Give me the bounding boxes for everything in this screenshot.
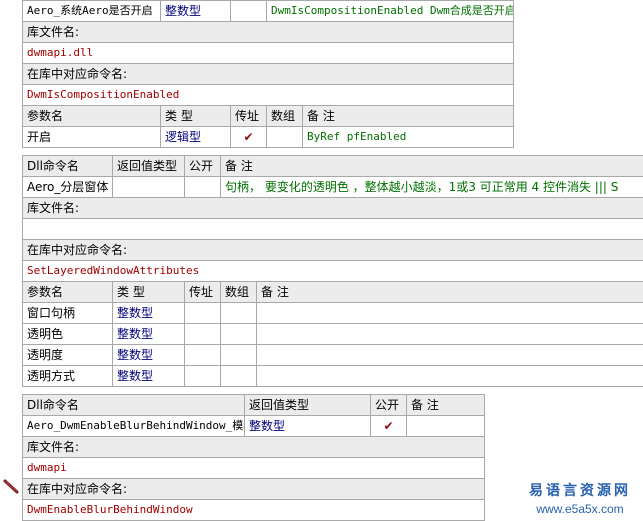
param-row[interactable]: 透明色 整数型 <box>23 324 643 345</box>
lib-file-value[interactable]: dwmapi <box>23 458 485 479</box>
param-remark-cell[interactable] <box>257 366 643 387</box>
param-array-cell[interactable] <box>267 127 303 148</box>
command-name-cell[interactable]: Aero_系统Aero是否开启 <box>23 1 161 22</box>
param-name-cell[interactable]: 透明度 <box>23 345 113 366</box>
watermark-url-text: www.e5a5x.com <box>520 502 640 516</box>
public-check-icon[interactable]: ✔ <box>371 416 407 437</box>
cmd-name-value[interactable]: DwmEnableBlurBehindWindow <box>23 500 485 521</box>
param-row[interactable]: 窗口句柄 整数型 <box>23 303 643 324</box>
command-name-cell[interactable]: Aero_DwmEnableBlurBehindWindow_模糊 <box>23 416 245 437</box>
param-name-cell[interactable]: 窗口句柄 <box>23 303 113 324</box>
param-header-byref: 传址 <box>185 282 221 303</box>
param-row[interactable]: 透明方式 整数型 <box>23 366 643 387</box>
param-name-cell[interactable]: 透明方式 <box>23 366 113 387</box>
return-type-cell[interactable]: 整数型 <box>161 1 231 22</box>
byref-check-icon[interactable]: ✔ <box>231 127 267 148</box>
section1-params-table: 参数名 类 型 传址 数组 备 注 开启 逻辑型 ✔ ByRef pfEnabl… <box>22 105 514 148</box>
remark-cell[interactable]: 句柄， 要变化的透明色 ，整体越小越淡，1或3 可正常用 4 控件消失 ||| … <box>221 177 643 198</box>
cmd-name-value[interactable]: DwmIsCompositionEnabled <box>23 85 514 106</box>
param-byref-cell[interactable] <box>185 366 221 387</box>
param-name-cell[interactable]: 透明色 <box>23 324 113 345</box>
param-remark-cell[interactable] <box>257 345 643 366</box>
param-name-cell[interactable]: 开启 <box>23 127 161 148</box>
params-header-row: 参数名 类 型 传址 数组 备 注 <box>23 282 643 303</box>
section3-header-row: Dll命令名 返回值类型 公开 备 注 <box>23 395 485 416</box>
pencil-icon <box>2 478 20 496</box>
remark-header: 备 注 <box>221 156 643 177</box>
param-header-type: 类 型 <box>113 282 185 303</box>
param-header-remark: 备 注 <box>257 282 643 303</box>
param-type-cell[interactable]: 整数型 <box>113 345 185 366</box>
param-header-name: 参数名 <box>23 282 113 303</box>
return-type-header: 返回值类型 <box>113 156 185 177</box>
public-cell[interactable] <box>231 1 267 22</box>
lib-file-value[interactable] <box>23 219 643 240</box>
param-array-cell[interactable] <box>221 303 257 324</box>
command-name-cell[interactable]: Aero_分层窗体 <box>23 177 113 198</box>
param-remark-cell[interactable]: ByRef pfEnabled <box>303 127 514 148</box>
param-remark-cell[interactable] <box>257 324 643 345</box>
cmd-name-label: 在库中对应命令名: <box>23 479 485 500</box>
section2-header-row: Dll命令名 返回值类型 公开 备 注 <box>23 156 643 177</box>
dll-name-header: Dll命令名 <box>23 395 245 416</box>
param-array-cell[interactable] <box>221 366 257 387</box>
param-row[interactable]: 透明度 整数型 <box>23 345 643 366</box>
public-header: 公开 <box>185 156 221 177</box>
param-header-array: 数组 <box>267 106 303 127</box>
cmd-name-label: 在库中对应命令名: <box>23 240 643 261</box>
section2-table: Dll命令名 返回值类型 公开 备 注 Aero_分层窗体 句柄， 要变化的透明… <box>22 155 643 282</box>
param-row[interactable]: 开启 逻辑型 ✔ ByRef pfEnabled <box>23 127 514 148</box>
param-type-cell[interactable]: 逻辑型 <box>161 127 231 148</box>
param-type-cell[interactable]: 整数型 <box>113 324 185 345</box>
param-type-cell[interactable]: 整数型 <box>113 366 185 387</box>
lib-file-label: 库文件名: <box>23 437 485 458</box>
section3-table: Dll命令名 返回值类型 公开 备 注 Aero_DwmEnableBlurBe… <box>22 394 485 521</box>
return-type-cell[interactable]: 整数型 <box>245 416 371 437</box>
param-byref-cell[interactable] <box>185 303 221 324</box>
section1-command-row[interactable]: Aero_系统Aero是否开启 整数型 DwmIsCompositionEnab… <box>23 1 514 22</box>
param-type-cell[interactable]: 整数型 <box>113 303 185 324</box>
param-header-remark: 备 注 <box>303 106 514 127</box>
param-header-name: 参数名 <box>23 106 161 127</box>
public-cell[interactable] <box>185 177 221 198</box>
dll-name-header: Dll命令名 <box>23 156 113 177</box>
param-header-type: 类 型 <box>161 106 231 127</box>
lib-file-value[interactable]: dwmapi.dll <box>23 43 514 64</box>
watermark-cn-text: 易语言资源网 <box>520 480 640 500</box>
cmd-name-value[interactable]: SetLayeredWindowAttributes <box>23 261 643 282</box>
param-byref-cell[interactable] <box>185 345 221 366</box>
return-type-cell[interactable] <box>113 177 185 198</box>
param-header-array: 数组 <box>221 282 257 303</box>
section2-command-row[interactable]: Aero_分层窗体 句柄， 要变化的透明色 ，整体越小越淡，1或3 可正常用 4… <box>23 177 643 198</box>
public-header: 公开 <box>371 395 407 416</box>
remark-cell[interactable]: DwmIsCompositionEnabled Dwm合成是否开启 <box>267 1 514 22</box>
site-watermark: 易语言资源网 www.e5a5x.com <box>520 480 640 516</box>
section1-table: Aero_系统Aero是否开启 整数型 DwmIsCompositionEnab… <box>22 0 514 106</box>
param-remark-cell[interactable] <box>257 303 643 324</box>
param-header-byref: 传址 <box>231 106 267 127</box>
lib-file-label: 库文件名: <box>23 198 643 219</box>
remark-cell[interactable] <box>407 416 485 437</box>
section3-command-row[interactable]: Aero_DwmEnableBlurBehindWindow_模糊 整数型 ✔ <box>23 416 485 437</box>
section2-params-table: 参数名 类 型 传址 数组 备 注 窗口句柄 整数型 透明色 整数型 透明度 整… <box>22 281 643 387</box>
params-header-row: 参数名 类 型 传址 数组 备 注 <box>23 106 514 127</box>
return-type-header: 返回值类型 <box>245 395 371 416</box>
param-array-cell[interactable] <box>221 324 257 345</box>
lib-file-label: 库文件名: <box>23 22 514 43</box>
param-byref-cell[interactable] <box>185 324 221 345</box>
remark-header: 备 注 <box>407 395 485 416</box>
param-array-cell[interactable] <box>221 345 257 366</box>
cmd-name-label: 在库中对应命令名: <box>23 64 514 85</box>
